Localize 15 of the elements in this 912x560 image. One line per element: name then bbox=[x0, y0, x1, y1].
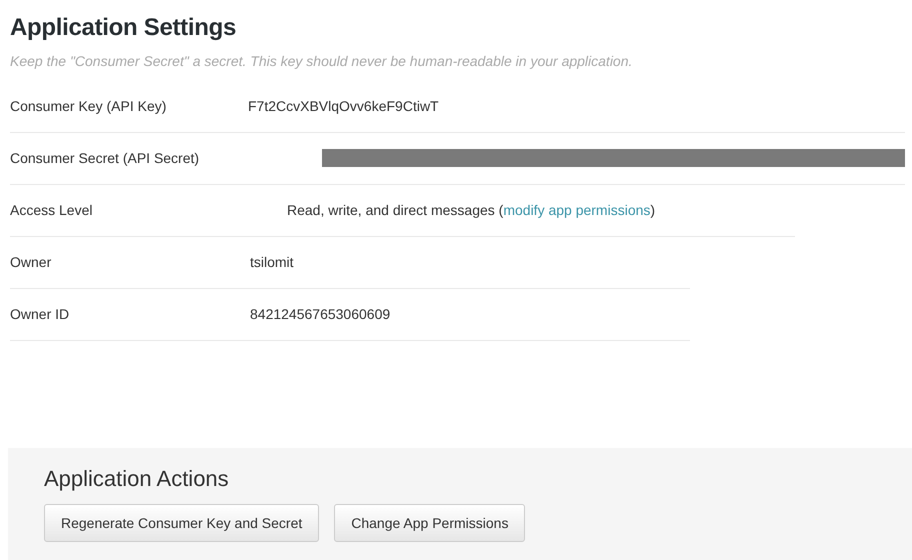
field-label: Consumer Key (API Key) bbox=[10, 97, 168, 116]
page-title: Application Settings bbox=[10, 14, 238, 42]
field-label: Owner ID bbox=[10, 305, 70, 324]
action-button[interactable]: Change App Permissions bbox=[334, 504, 526, 542]
field-label: Access Level bbox=[10, 201, 94, 220]
field-label: Consumer Secret (API Secret) bbox=[10, 149, 200, 168]
hint-text: Keep the "Consumer Secret" a secret. This key should never be human-readable in your application. bbox=[10, 53, 634, 69]
field-value: tsilomit bbox=[250, 253, 294, 272]
field-value: F7t2CcvXBVlqOvv6keF9CtiwT bbox=[248, 97, 439, 116]
permissions-link[interactable]: modify app permissions bbox=[503, 202, 650, 218]
field-label: Owner bbox=[10, 253, 52, 272]
field-value: Read, write, and direct messages (modify app permissions) bbox=[287, 201, 656, 220]
action-button[interactable]: Regenerate Consumer Key and Secret bbox=[44, 504, 320, 542]
section-title: Application Actions bbox=[44, 466, 230, 492]
field-value: 842124567653060609 bbox=[250, 305, 390, 324]
